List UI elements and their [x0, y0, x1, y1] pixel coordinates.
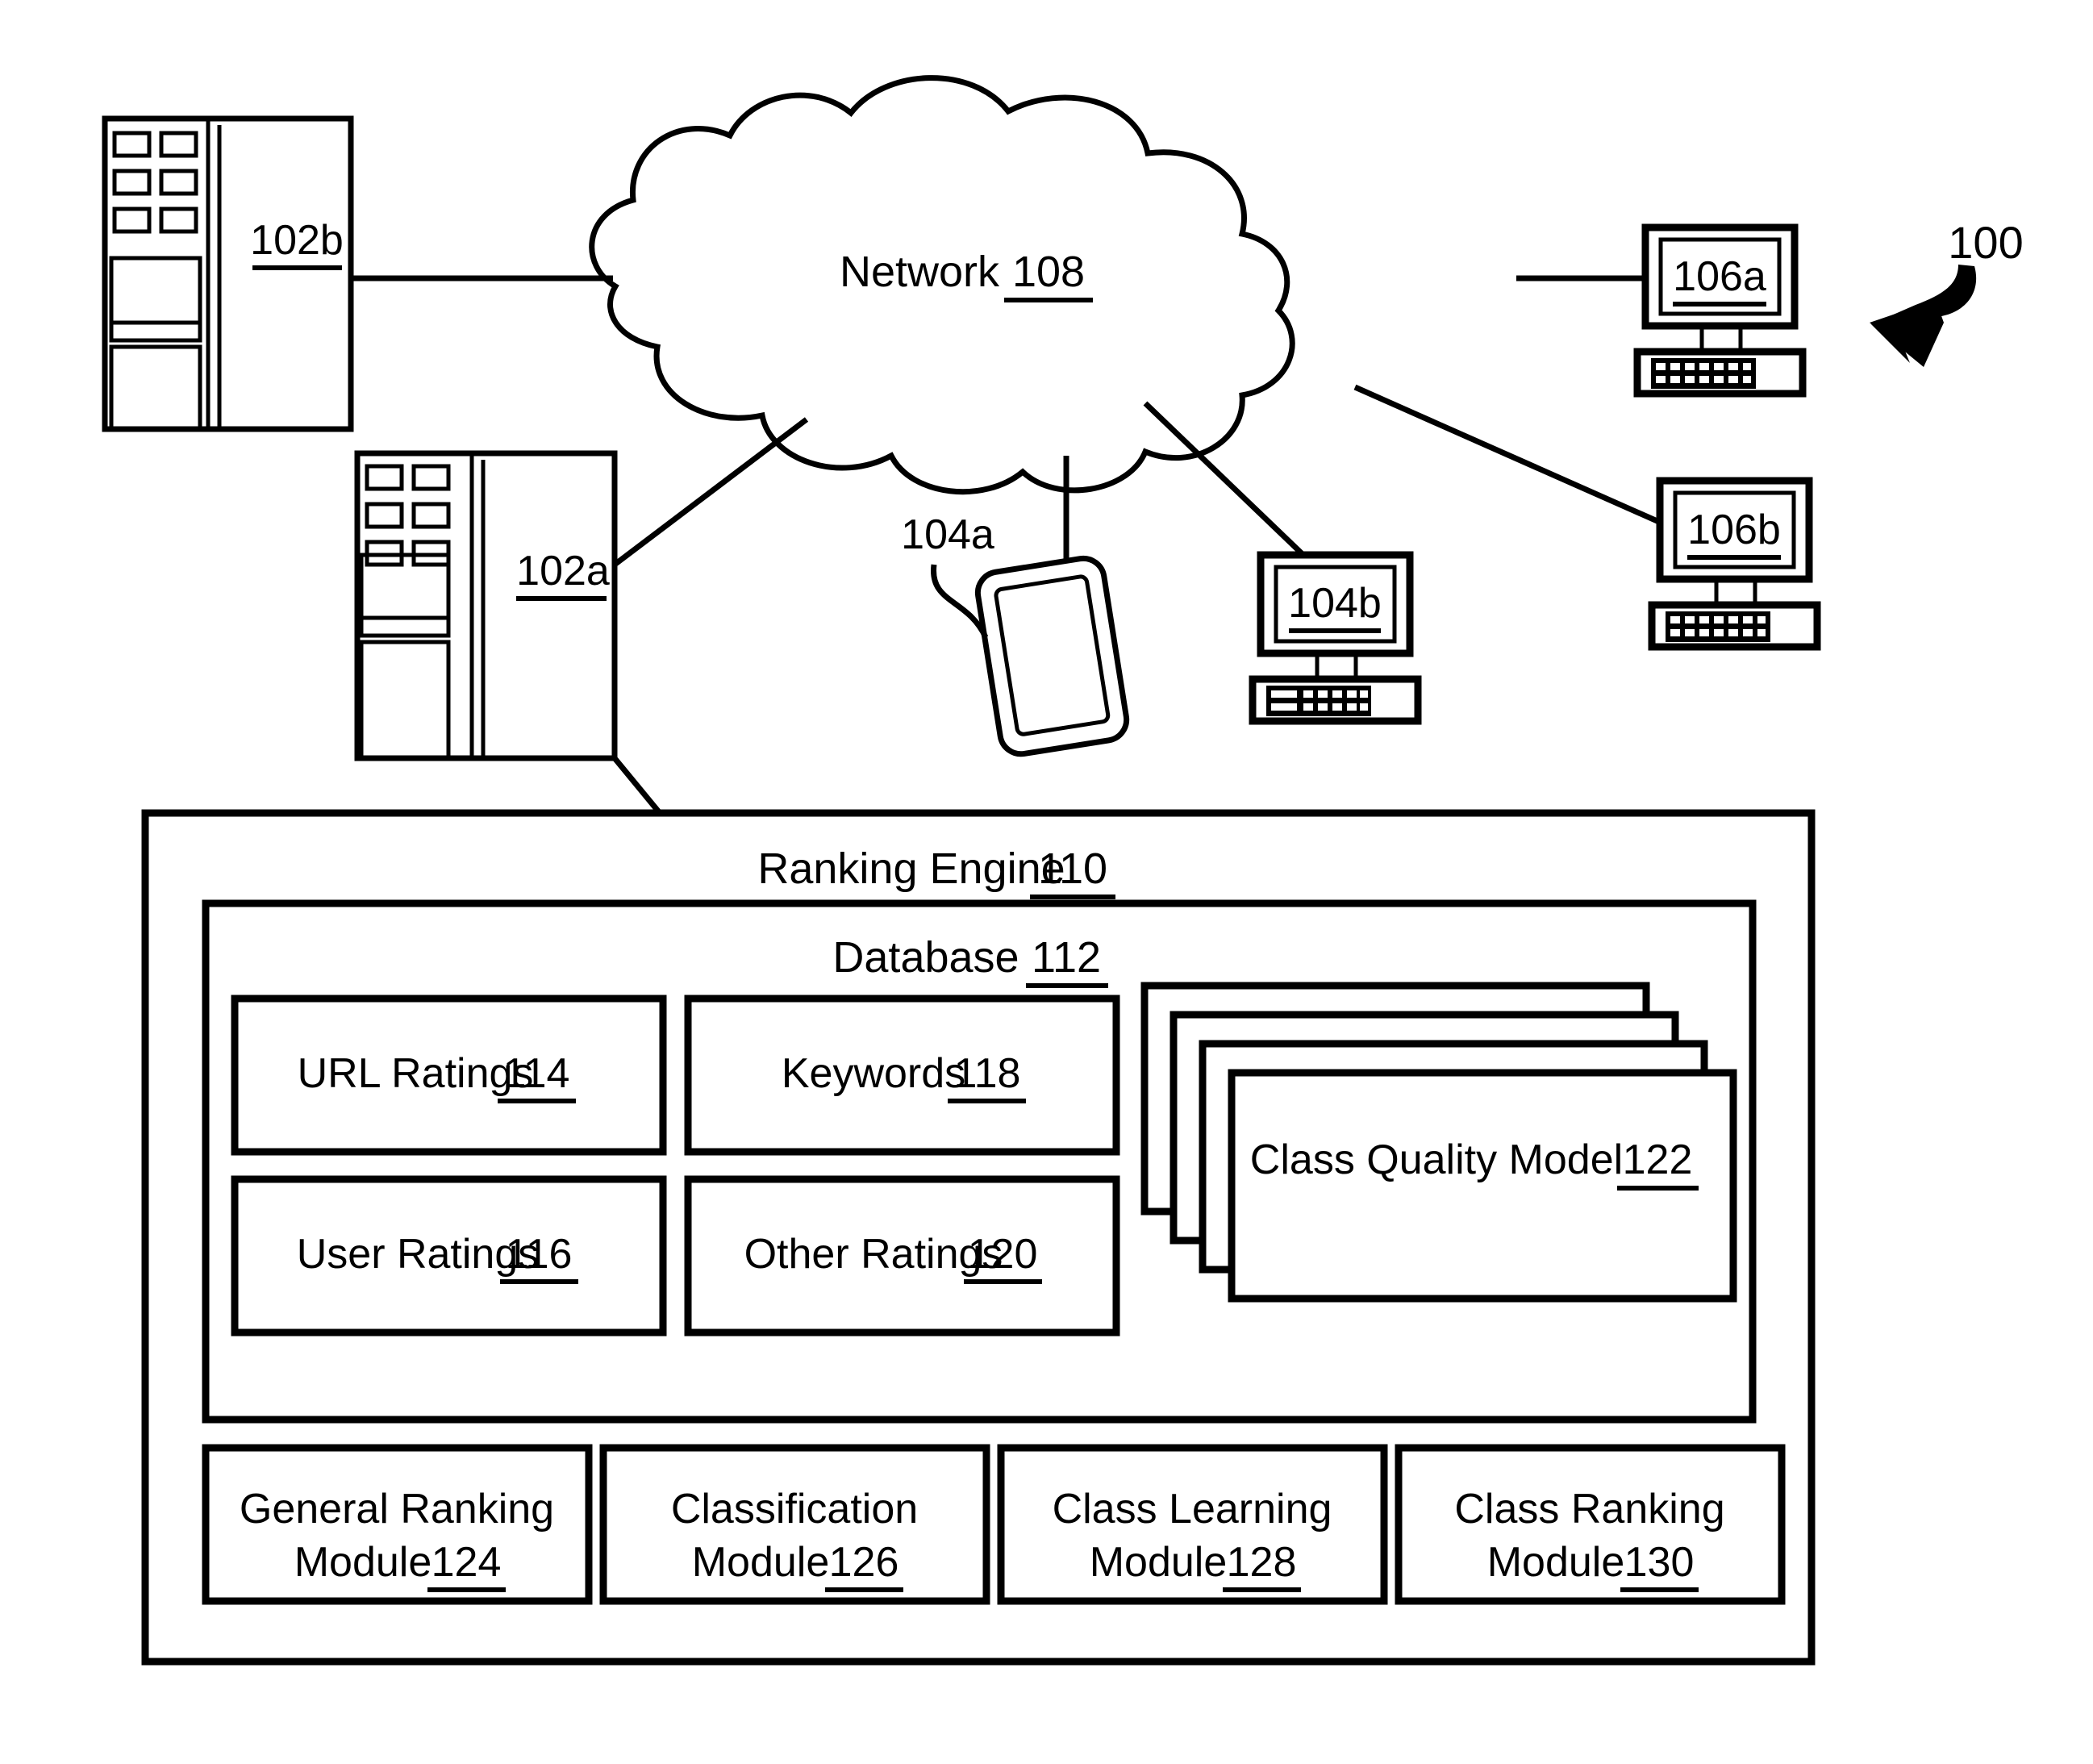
module-general-ranking-line2: Module — [294, 1539, 432, 1586]
tablet-104a[interactable]: 104a — [901, 511, 1130, 757]
desktop-106a-ref: 106a — [1673, 253, 1766, 300]
module-class-ranking-line2: Module — [1487, 1539, 1625, 1586]
ranking-engine-ref: 110 — [1038, 844, 1107, 893]
network-cloud[interactable]: Network 108 — [589, 75, 1295, 495]
module-classification[interactable]: Classification Module 126 — [599, 1444, 990, 1605]
module-classification-line2: Module — [692, 1539, 830, 1586]
desktop-106b[interactable]: 106b — [1648, 477, 1821, 651]
module-class-learning[interactable]: Class Learning Module 128 — [997, 1444, 1388, 1605]
class-quality-model-ref: 122 — [1623, 1136, 1693, 1183]
tablet-104a-ref: 104a — [901, 511, 994, 558]
class-quality-model-label: Class Quality Model — [1250, 1136, 1623, 1183]
desktop-106b-ref: 106b — [1687, 507, 1781, 553]
figure-number-callout: 100 — [1870, 217, 2024, 367]
database-item-url-ratings-label: URL Ratings — [298, 1050, 534, 1097]
module-class-learning-line1: Class Learning — [1053, 1486, 1332, 1533]
module-general-ranking-ref: 124 — [432, 1539, 502, 1586]
keyboard-keys-104b — [1266, 686, 1371, 716]
database-item-keywords-ref: 118 — [954, 1050, 1021, 1097]
database-item-keywords-label: Keywords — [782, 1050, 965, 1097]
keyboard-keys-106b — [1666, 611, 1770, 642]
desktop-106a[interactable]: 106a — [1633, 223, 1807, 398]
database-ref: 112 — [1032, 933, 1101, 982]
module-class-ranking[interactable]: Class Ranking Module 130 — [1395, 1444, 1786, 1605]
ranking-engine-title: Ranking Engine — [757, 844, 1065, 893]
database-item-user-ratings-ref: 116 — [506, 1231, 573, 1278]
network-cloud-label: Network — [840, 248, 1000, 296]
module-class-learning-ref: 128 — [1227, 1539, 1297, 1586]
server-102b-ref: 102b — [250, 217, 344, 264]
module-class-learning-line2: Module — [1090, 1539, 1228, 1586]
database-item-keywords[interactable]: Keywords 118 — [684, 995, 1120, 1156]
database-item-user-ratings-label: User Ratings — [297, 1231, 540, 1278]
server-102a[interactable]: 102a — [354, 450, 618, 761]
database-item-other-ratings-ref: 120 — [968, 1231, 1038, 1278]
database-title: Database — [832, 933, 1019, 982]
module-class-ranking-ref: 130 — [1624, 1539, 1695, 1586]
server-102b[interactable]: 102b — [102, 115, 354, 432]
class-quality-model-stack[interactable]: Class Quality Model 122 — [1140, 982, 1737, 1303]
database-item-user-ratings[interactable]: User Ratings 116 — [231, 1175, 667, 1337]
module-general-ranking[interactable]: General Ranking Module 124 — [202, 1444, 593, 1605]
module-classification-ref: 126 — [829, 1539, 899, 1586]
figure-number-label: 100 — [1948, 217, 2023, 268]
module-classification-line1: Classification — [671, 1486, 918, 1533]
module-class-ranking-line1: Class Ranking — [1454, 1486, 1724, 1533]
database-item-url-ratings[interactable]: URL Ratings 114 — [231, 995, 667, 1156]
database-item-other-ratings[interactable]: Other Ratings 120 — [684, 1175, 1120, 1337]
server-102a-ref: 102a — [516, 548, 610, 594]
desktop-104b-ref: 104b — [1288, 580, 1382, 627]
desktop-104b[interactable]: 104b — [1249, 551, 1422, 725]
module-general-ranking-line1: General Ranking — [240, 1486, 554, 1533]
database-item-url-ratings-ref: 114 — [503, 1050, 570, 1097]
database-item-other-ratings-label: Other Ratings — [744, 1231, 1003, 1278]
patent-figure-canvas: 102b 102a Network 108 100 104a 104b 106a… — [0, 0, 2093, 1764]
keyboard-keys-106a — [1651, 358, 1756, 389]
network-cloud-ref: 108 — [1012, 248, 1085, 296]
